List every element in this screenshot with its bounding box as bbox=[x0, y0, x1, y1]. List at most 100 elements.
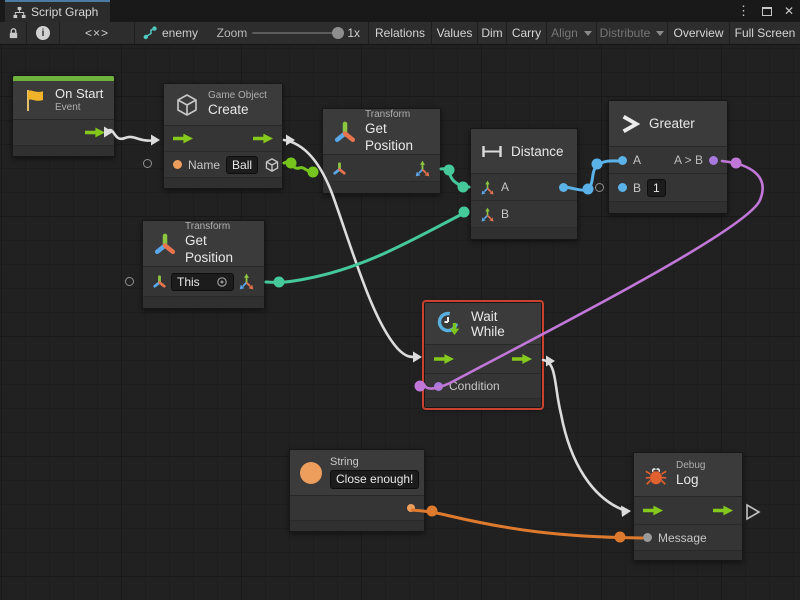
port-label: Condition bbox=[449, 379, 500, 393]
vector3-input-port-a[interactable] bbox=[480, 180, 495, 195]
node-string-literal[interactable]: String Close enough! bbox=[289, 449, 425, 532]
unconnected-port-ring-greater-b[interactable] bbox=[595, 183, 604, 192]
toolbar-button-distribute[interactable]: Distribute bbox=[597, 22, 668, 44]
node-get-position-ball[interactable]: Transform Get Position bbox=[322, 108, 441, 194]
input-b-row: B bbox=[471, 201, 577, 228]
vector3-output-port[interactable] bbox=[238, 273, 255, 290]
target-value: This bbox=[177, 275, 200, 289]
toolbar-button-fullscreen[interactable]: Full Screen bbox=[730, 22, 800, 44]
unconnected-port-ring-this[interactable] bbox=[125, 277, 134, 286]
zoom-slider[interactable] bbox=[252, 32, 342, 34]
node-header: Wait While bbox=[425, 303, 541, 345]
flow-output-port[interactable] bbox=[713, 505, 733, 516]
flow-output-port[interactable] bbox=[85, 127, 105, 138]
ports-row: This bbox=[143, 267, 264, 297]
b-value-field[interactable]: 1 bbox=[647, 179, 666, 197]
string-output-port[interactable] bbox=[407, 504, 415, 512]
node-get-position-this[interactable]: Transform Get Position This bbox=[142, 220, 265, 309]
toolbar-button-align[interactable]: Align bbox=[547, 22, 597, 44]
toolbar-button-carry[interactable]: Carry bbox=[507, 22, 547, 44]
node-footer bbox=[164, 178, 282, 188]
number-input-port-b[interactable] bbox=[618, 183, 627, 192]
node-title: Greater bbox=[649, 116, 695, 131]
input-a-row: A A > B bbox=[609, 147, 727, 174]
node-header: Game Object Create bbox=[164, 84, 282, 126]
node-greater[interactable]: Greater A A > B B 1 bbox=[608, 100, 728, 214]
condition-row: Condition bbox=[425, 374, 541, 399]
flow-output-port[interactable] bbox=[253, 133, 273, 144]
node-header: Transform Get Position bbox=[323, 109, 440, 155]
node-debug-log[interactable]: Debug Log Message bbox=[633, 452, 743, 561]
toolbar-button-dim[interactable]: Dim bbox=[478, 22, 507, 44]
window-maximize-icon[interactable] bbox=[762, 7, 772, 16]
flow-input-port[interactable] bbox=[643, 505, 663, 516]
window-menu-icon[interactable]: ⋮ bbox=[737, 3, 750, 19]
output-label: A > B bbox=[674, 153, 703, 167]
hierarchy-icon bbox=[13, 6, 26, 19]
button-label: Values bbox=[437, 26, 473, 40]
node-subtitle: Event bbox=[55, 102, 103, 114]
graph-name: enemy bbox=[162, 26, 198, 40]
node-title: Log bbox=[676, 472, 705, 488]
bool-input-port[interactable] bbox=[434, 382, 443, 391]
node-footer bbox=[634, 551, 742, 560]
number-output-port[interactable] bbox=[559, 183, 568, 192]
message-row: Message bbox=[634, 525, 742, 551]
target-value-field[interactable]: This bbox=[171, 273, 234, 291]
port-label: A bbox=[501, 180, 509, 194]
node-footer bbox=[471, 228, 577, 239]
node-header: Transform Get Position bbox=[143, 221, 264, 267]
tab-script-graph[interactable]: Script Graph bbox=[5, 0, 110, 22]
flow-row bbox=[425, 345, 541, 374]
node-footer bbox=[290, 521, 424, 531]
node-on-start-event[interactable]: On Start Event bbox=[12, 75, 115, 157]
transform-input-port[interactable] bbox=[152, 274, 167, 289]
node-wait-while[interactable]: Wait While Condition bbox=[424, 302, 542, 408]
toolbar-button-overview[interactable]: Overview bbox=[668, 22, 730, 44]
flow-row bbox=[164, 126, 282, 152]
number-input-port-a[interactable] bbox=[618, 156, 627, 165]
flow-input-port[interactable] bbox=[173, 133, 193, 144]
target-icon bbox=[216, 276, 228, 288]
message-input-port[interactable] bbox=[643, 533, 652, 542]
flow-input-port[interactable] bbox=[434, 354, 454, 365]
ports-row bbox=[323, 155, 440, 182]
tab-bar: Script Graph ⋮ ✕ bbox=[0, 0, 800, 22]
inspect-button[interactable]: i bbox=[27, 22, 60, 44]
string-input-port[interactable] bbox=[173, 160, 182, 169]
button-label: Distribute bbox=[600, 26, 651, 40]
toolbar-button-values[interactable]: Values bbox=[432, 22, 478, 44]
gameobject-output-port[interactable] bbox=[264, 157, 280, 173]
node-footer bbox=[609, 202, 727, 213]
node-header: String Close enough! bbox=[290, 450, 424, 496]
port-label: B bbox=[633, 181, 641, 195]
unconnected-port-ring-create-name[interactable] bbox=[143, 159, 152, 168]
name-input-row: Name Ball bbox=[164, 152, 282, 178]
window-close-icon[interactable]: ✕ bbox=[784, 4, 794, 18]
zoom-slider-handle[interactable] bbox=[332, 27, 344, 39]
node-footer bbox=[13, 146, 114, 156]
node-game-object-create[interactable]: Game Object Create Name Ball bbox=[163, 83, 283, 189]
string-value-field[interactable]: Close enough! bbox=[330, 470, 419, 488]
button-label: Full Screen bbox=[735, 26, 796, 40]
flow-output-port[interactable] bbox=[512, 354, 532, 365]
node-header: Distance bbox=[471, 129, 577, 174]
node-title: String bbox=[330, 456, 419, 469]
vector3-output-port[interactable] bbox=[414, 160, 431, 177]
transform-input-port[interactable] bbox=[332, 161, 347, 176]
node-category: Debug bbox=[676, 460, 705, 472]
code-preview-button[interactable]: <×> bbox=[60, 22, 135, 44]
zoom-value: 1x bbox=[347, 26, 360, 40]
vector3-input-port-b[interactable] bbox=[480, 207, 495, 222]
script-graph-window: Script Graph ⋮ ✕ i <×> enemy Zoom 1x Rel… bbox=[0, 0, 800, 600]
node-title: Wait While bbox=[471, 309, 531, 339]
lock-button[interactable] bbox=[0, 22, 27, 44]
bug-icon bbox=[644, 463, 668, 487]
node-distance[interactable]: Distance A B bbox=[470, 128, 578, 240]
graph-toolbar: i <×> enemy Zoom 1x Relations Values Dim… bbox=[0, 22, 800, 45]
info-icon: i bbox=[36, 26, 50, 40]
name-value-field[interactable]: Ball bbox=[226, 156, 258, 174]
zoom-label: Zoom bbox=[217, 26, 248, 40]
bool-output-port[interactable] bbox=[709, 156, 718, 165]
toolbar-button-relations[interactable]: Relations bbox=[369, 22, 432, 44]
